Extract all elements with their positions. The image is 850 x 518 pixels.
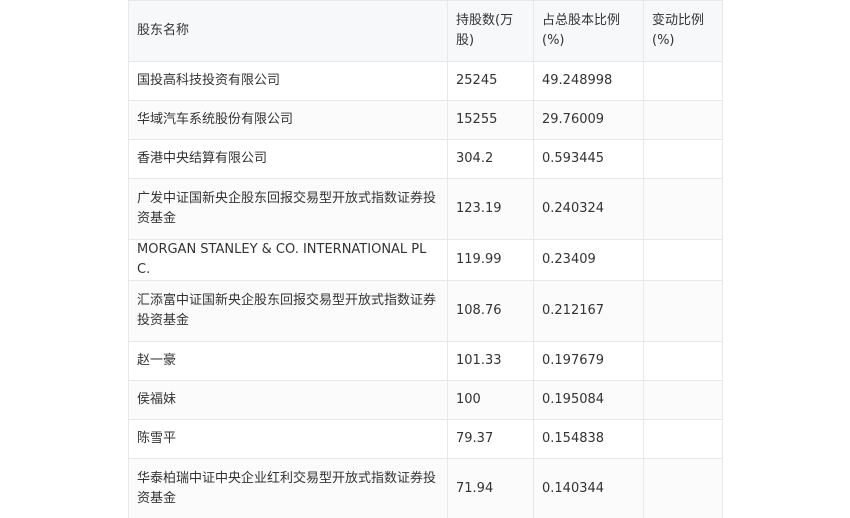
cell-shares-held: 101.33 — [447, 341, 534, 381]
table-row: 香港中央结算有限公司 304.2 0.593445 — [128, 139, 723, 179]
cell-change-ratio — [643, 280, 723, 342]
cell-shares-held: 108.76 — [447, 280, 534, 342]
cell-shareholder-name: 汇添富中证国新央企股东回报交易型开放式指数证券投资基金 — [128, 280, 448, 342]
table-row: 赵一豪 101.33 0.197679 — [128, 341, 723, 381]
cell-shares-held: 25245 — [447, 61, 534, 101]
cell-share-ratio: 0.140344 — [533, 458, 644, 518]
cell-shareholder-name: 国投高科技投资有限公司 — [128, 61, 448, 101]
cell-share-ratio: 0.23409 — [533, 239, 644, 281]
table-row: 华域汽车系统股份有限公司 15255 29.76009 — [128, 100, 723, 140]
cell-change-ratio — [643, 458, 723, 518]
cell-shareholder-name: 广发中证国新央企股东回报交易型开放式指数证券投资基金 — [128, 178, 448, 240]
table-row: 华泰柏瑞中证中央企业红利交易型开放式指数证券投资基金 71.94 0.14034… — [128, 458, 723, 518]
cell-shares-held: 123.19 — [447, 178, 534, 240]
cell-shareholder-name: 陈雪平 — [128, 419, 448, 459]
header-shareholder-name: 股东名称 — [128, 0, 448, 62]
cell-shareholder-name: 侯福妹 — [128, 380, 448, 420]
cell-shares-held: 100 — [447, 380, 534, 420]
cell-shareholder-name: 赵一豪 — [128, 341, 448, 381]
cell-shares-held: 304.2 — [447, 139, 534, 179]
cell-shares-held: 79.37 — [447, 419, 534, 459]
cell-change-ratio — [643, 341, 723, 381]
header-share-ratio: 占总股本比例(%) — [533, 0, 644, 62]
cell-change-ratio — [643, 419, 723, 459]
cell-shareholder-name: 华域汽车系统股份有限公司 — [128, 100, 448, 140]
cell-shareholder-name: 香港中央结算有限公司 — [128, 139, 448, 179]
table-row: 汇添富中证国新央企股东回报交易型开放式指数证券投资基金 108.76 0.212… — [128, 280, 723, 342]
cell-change-ratio — [643, 61, 723, 101]
cell-change-ratio — [643, 239, 723, 281]
cell-share-ratio: 0.240324 — [533, 178, 644, 240]
shareholder-table-container: 股东名称 持股数(万股) 占总股本比例(%) 变动比例(%) 国投高科技投资有限… — [128, 0, 723, 518]
cell-share-ratio: 49.248998 — [533, 61, 644, 101]
cell-change-ratio — [643, 100, 723, 140]
cell-share-ratio: 0.593445 — [533, 139, 644, 179]
table-row: MORGAN STANLEY & CO. INTERNATIONAL PLC. … — [128, 239, 723, 281]
cell-shareholder-name: MORGAN STANLEY & CO. INTERNATIONAL PLC. — [128, 239, 448, 281]
table-row: 陈雪平 79.37 0.154838 — [128, 419, 723, 459]
cell-shares-held: 119.99 — [447, 239, 534, 281]
cell-change-ratio — [643, 178, 723, 240]
cell-share-ratio: 0.197679 — [533, 341, 644, 381]
cell-shares-held: 15255 — [447, 100, 534, 140]
cell-shares-held: 71.94 — [447, 458, 534, 518]
table-header-row: 股东名称 持股数(万股) 占总股本比例(%) 变动比例(%) — [128, 0, 723, 62]
cell-shareholder-name: 华泰柏瑞中证中央企业红利交易型开放式指数证券投资基金 — [128, 458, 448, 518]
cell-share-ratio: 0.195084 — [533, 380, 644, 420]
table-row: 国投高科技投资有限公司 25245 49.248998 — [128, 61, 723, 101]
table-row: 广发中证国新央企股东回报交易型开放式指数证券投资基金 123.19 0.2403… — [128, 178, 723, 240]
cell-change-ratio — [643, 380, 723, 420]
cell-share-ratio: 0.212167 — [533, 280, 644, 342]
shareholder-table: 股东名称 持股数(万股) 占总股本比例(%) 变动比例(%) 国投高科技投资有限… — [128, 0, 723, 518]
header-change-ratio: 变动比例(%) — [643, 0, 723, 62]
header-shares-held: 持股数(万股) — [447, 0, 534, 62]
cell-share-ratio: 0.154838 — [533, 419, 644, 459]
table-row: 侯福妹 100 0.195084 — [128, 380, 723, 420]
cell-change-ratio — [643, 139, 723, 179]
cell-share-ratio: 29.76009 — [533, 100, 644, 140]
